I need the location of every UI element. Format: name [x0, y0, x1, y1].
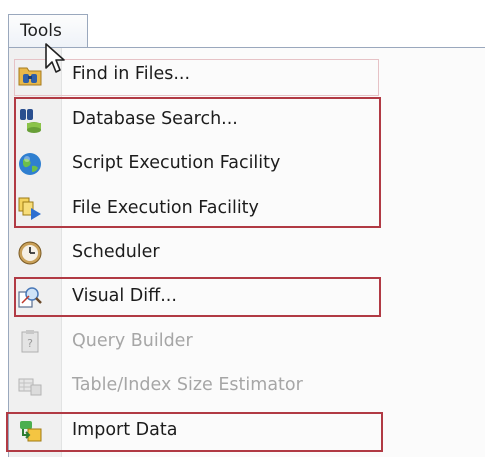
- menu-item-label: Query Builder: [72, 331, 193, 351]
- size-estimator-icon: [17, 373, 43, 399]
- query-builder-icon: ?: [17, 329, 43, 355]
- highlight-box-visual-diff: [14, 277, 381, 317]
- menu-item-label: Scheduler: [72, 242, 160, 262]
- highlight-box-import-data: [6, 412, 383, 452]
- menu-item-scheduler[interactable]: Scheduler: [9, 233, 479, 275]
- svg-text:?: ?: [27, 337, 33, 350]
- clock-icon: [17, 240, 43, 266]
- mouse-cursor-icon: [44, 42, 70, 78]
- highlight-box-search-execution: [14, 97, 381, 228]
- menu-item-table-index-size-estimator: Table/Index Size Estimator: [9, 366, 479, 408]
- menu-item-query-builder: ? Query Builder: [9, 322, 479, 364]
- tools-menu-label: Tools: [20, 21, 62, 41]
- menu-item-label: Table/Index Size Estimator: [72, 375, 303, 395]
